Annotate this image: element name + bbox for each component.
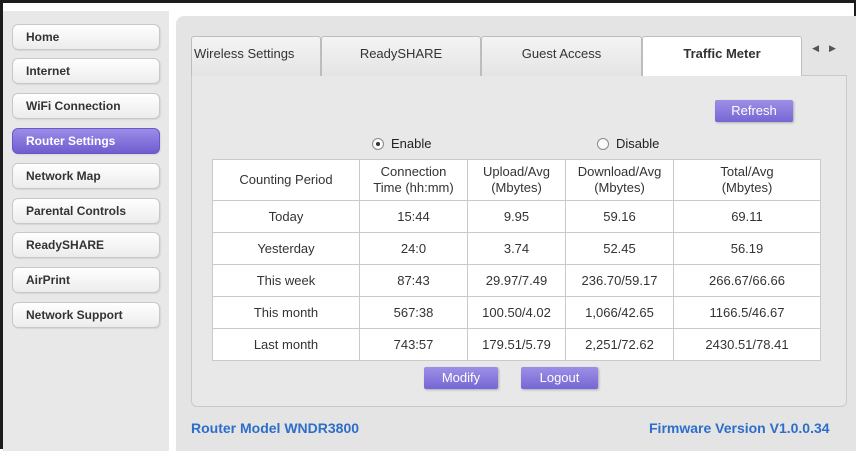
disable-radio[interactable] bbox=[597, 137, 609, 150]
table-cell: 1,066/42.65 bbox=[565, 296, 674, 329]
column-header-line: Total/Avg (Mbytes) bbox=[720, 164, 774, 195]
table-cell: This week bbox=[212, 264, 360, 297]
table-header-row: Counting Period Connection Time (hh:mm) … bbox=[212, 159, 821, 201]
table-row: Today 15:44 9.95 59.16 69.11 bbox=[212, 200, 821, 233]
table-cell: 24:0 bbox=[359, 232, 468, 265]
table-cell: Today bbox=[212, 200, 360, 233]
table-cell: Last month bbox=[212, 328, 360, 361]
disable-label: Disable bbox=[616, 136, 660, 151]
traffic-statistics-table: Counting Period Connection Time (hh:mm) … bbox=[212, 159, 821, 361]
table-cell: 2,251/72.62 bbox=[565, 328, 674, 361]
table-cell: 9.95 bbox=[467, 200, 566, 233]
sidebar-item-router-settings[interactable]: Router Settings bbox=[12, 128, 160, 154]
sidebar-item-internet[interactable]: Internet bbox=[12, 58, 160, 84]
table-cell: 3.74 bbox=[467, 232, 566, 265]
column-header-line: Upload/Avg (Mbytes) bbox=[483, 164, 550, 195]
table-cell: 2430.51/78.41 bbox=[673, 328, 821, 361]
sidebar-item-parental-controls[interactable]: Parental Controls bbox=[12, 198, 160, 224]
table-cell: 59.16 bbox=[565, 200, 674, 233]
table-cell: 567:38 bbox=[359, 296, 468, 329]
table-cell: This month bbox=[212, 296, 360, 329]
table-cell: 69.11 bbox=[673, 200, 821, 233]
modify-button[interactable]: Modify bbox=[424, 367, 498, 389]
tab-wireless-settings[interactable]: Wireless Settings bbox=[191, 36, 321, 76]
refresh-button[interactable]: Refresh bbox=[715, 100, 793, 122]
chevron-right-icon[interactable]: ▶ bbox=[829, 43, 836, 54]
tab-traffic-meter[interactable]: Traffic Meter bbox=[642, 36, 802, 76]
firmware-version-label: Firmware Version V1.0.0.34 bbox=[649, 420, 830, 436]
router-model-label: Router Model WNDR3800 bbox=[191, 420, 360, 436]
table-cell: 56.19 bbox=[673, 232, 821, 265]
table-cell: Yesterday bbox=[212, 232, 360, 265]
column-header: Counting Period bbox=[212, 159, 360, 201]
logout-button[interactable]: Logout bbox=[521, 367, 598, 389]
enable-option[interactable]: Enable bbox=[372, 136, 431, 151]
disable-option[interactable]: Disable bbox=[597, 136, 659, 151]
table-cell: 236.70/59.17 bbox=[565, 264, 674, 297]
sidebar-item-network-support[interactable]: Network Support bbox=[12, 302, 160, 328]
sidebar-item-readyshare[interactable]: ReadySHARE bbox=[12, 232, 160, 258]
sidebar-item-wifi-connection[interactable]: WiFi Connection bbox=[12, 93, 160, 119]
column-header-line: Download/Avg (Mbytes) bbox=[577, 164, 662, 195]
table-cell: 29.97/7.49 bbox=[467, 264, 566, 297]
table-cell: 1166.5/46.67 bbox=[673, 296, 821, 329]
sidebar-item-home[interactable]: Home bbox=[12, 24, 160, 50]
table-cell: 266.67/66.66 bbox=[673, 264, 821, 297]
table-cell: 87:43 bbox=[359, 264, 468, 297]
table-row: Yesterday 24:0 3.74 52.45 56.19 bbox=[212, 232, 821, 265]
table-cell: 100.50/4.02 bbox=[467, 296, 566, 329]
table-cell: 52.45 bbox=[565, 232, 674, 265]
tab-scroll-controls: ◀ ▶ bbox=[806, 36, 842, 60]
tab-guest-access[interactable]: Guest Access bbox=[481, 36, 642, 76]
enable-label: Enable bbox=[391, 136, 432, 151]
column-header-line: Connection Time (hh:mm) bbox=[373, 164, 454, 195]
enable-radio[interactable] bbox=[372, 137, 384, 150]
table-row: This week 87:43 29.97/7.49 236.70/59.17 … bbox=[212, 264, 821, 297]
tab-readyshare[interactable]: ReadySHARE bbox=[321, 36, 481, 76]
column-header: Upload/Avg (Mbytes) bbox=[467, 159, 566, 201]
sidebar-item-airprint[interactable]: AirPrint bbox=[12, 267, 160, 293]
column-header: Connection Time (hh:mm) bbox=[359, 159, 468, 201]
table-row: This month 567:38 100.50/4.02 1,066/42.6… bbox=[212, 296, 821, 329]
table-cell: 179.51/5.79 bbox=[467, 328, 566, 361]
column-header: Total/Avg (Mbytes) bbox=[673, 159, 821, 201]
table-cell: 743:57 bbox=[359, 328, 468, 361]
column-header: Download/Avg (Mbytes) bbox=[565, 159, 674, 201]
chevron-left-icon[interactable]: ◀ bbox=[812, 43, 819, 54]
table-row: Last month 743:57 179.51/5.79 2,251/72.6… bbox=[212, 328, 821, 361]
sidebar-item-network-map[interactable]: Network Map bbox=[12, 163, 160, 189]
table-cell: 15:44 bbox=[359, 200, 468, 233]
